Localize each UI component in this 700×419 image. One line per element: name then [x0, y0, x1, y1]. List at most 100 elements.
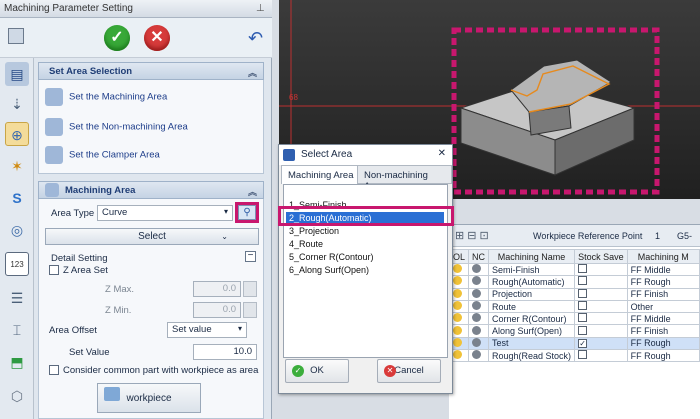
- name-cell[interactable]: Semi-Finish: [488, 262, 576, 277]
- name-cell[interactable]: Rough(Read Stock): [488, 349, 576, 363]
- drill-icon[interactable]: ⇣: [5, 92, 29, 116]
- stock-save-cell[interactable]: [574, 275, 628, 289]
- area-icon[interactable]: ⊕: [5, 122, 29, 146]
- collapse-icon[interactable]: ︽: [248, 185, 257, 198]
- set-machining-area-link[interactable]: Set the Machining Area: [45, 88, 167, 108]
- method-cell[interactable]: FF Finish: [626, 324, 700, 338]
- table-row[interactable]: Along Surf(Open) FF Finish: [448, 324, 700, 338]
- method-cell[interactable]: FF Middle: [626, 262, 700, 277]
- number-icon[interactable]: 123: [5, 252, 29, 276]
- stock-save-checkbox[interactable]: [578, 276, 588, 286]
- stock-save-cell[interactable]: ✓: [574, 336, 628, 351]
- sheet-icon[interactable]: ▤: [5, 62, 29, 86]
- method-cell[interactable]: FF Finish: [626, 287, 700, 301]
- stock-save-checkbox[interactable]: [578, 289, 588, 298]
- collapse-detail-button[interactable]: −: [245, 251, 256, 262]
- table-row[interactable]: Test ✓ FF Rough: [448, 336, 700, 351]
- name-cell[interactable]: Along Surf(Open): [488, 324, 576, 338]
- consider-common-checkbox[interactable]: Consider common part with workpiece as a…: [49, 365, 258, 376]
- holder-icon[interactable]: ⌶: [5, 318, 29, 342]
- stock-save-cell[interactable]: [574, 312, 628, 326]
- search-icon[interactable]: ⚲: [238, 205, 256, 220]
- area-type-select[interactable]: Curve ▾: [97, 205, 233, 221]
- set-value-field[interactable]: 10.0: [193, 344, 257, 360]
- undo-button[interactable]: ↶: [248, 28, 263, 49]
- stock-save-cell[interactable]: [574, 299, 628, 314]
- z-max-field[interactable]: 0.0: [193, 281, 241, 297]
- non-machining-area-icon: [45, 118, 63, 136]
- nc-cell[interactable]: [468, 324, 490, 338]
- set-clamper-area-link[interactable]: Set the Clamper Area: [45, 146, 160, 166]
- spiral-icon[interactable]: ◎: [5, 218, 29, 242]
- area-list-item[interactable]: 6_Along Surf(Open): [286, 264, 444, 277]
- nc-cell[interactable]: [468, 262, 490, 277]
- stock-save-checkbox[interactable]: [578, 326, 588, 335]
- name-cell[interactable]: Test: [488, 336, 576, 351]
- stock-save-checkbox[interactable]: ✓: [578, 339, 588, 349]
- set-area-header[interactable]: Set Area Selection ︽: [38, 62, 264, 80]
- tab-machining-area[interactable]: Machining Area: [281, 165, 361, 184]
- stock-save-checkbox[interactable]: [578, 301, 588, 311]
- col-header-nc[interactable]: NC: [468, 249, 490, 264]
- name-cell[interactable]: Rough(Automatic): [488, 275, 576, 289]
- table-row[interactable]: Projection FF Finish: [448, 287, 700, 301]
- table-row[interactable]: Rough(Automatic) FF Rough: [448, 275, 700, 289]
- z-area-set-checkbox[interactable]: Z Area Set: [49, 265, 108, 276]
- area-list-item[interactable]: 4_Route: [286, 238, 444, 251]
- z-max-pick-button[interactable]: [243, 281, 257, 297]
- collapse-icon[interactable]: ︽: [248, 66, 257, 79]
- table-row[interactable]: Semi-Finish FF Middle: [448, 262, 700, 277]
- method-cell[interactable]: FF Middle: [626, 312, 700, 326]
- method-cell[interactable]: FF Rough: [626, 275, 700, 289]
- name-cell[interactable]: Route: [488, 299, 576, 314]
- tab-non-machining-area[interactable]: Non-machining Area: [357, 165, 452, 192]
- table-row[interactable]: Rough(Read Stock) FF Rough: [448, 349, 700, 363]
- workpiece-button[interactable]: workpiece: [97, 383, 201, 413]
- nc-cell[interactable]: [468, 299, 490, 314]
- area-offset-select[interactable]: Set value ▾: [167, 322, 247, 338]
- machining-area-header[interactable]: Machining Area ︽: [38, 181, 264, 199]
- nc-cell[interactable]: [468, 287, 490, 301]
- method-cell[interactable]: Other: [626, 299, 700, 314]
- nc-cell[interactable]: [468, 349, 490, 363]
- z-min-pick-button[interactable]: [243, 302, 257, 318]
- stock-save-checkbox[interactable]: [578, 264, 588, 274]
- method-cell[interactable]: FF Rough: [626, 349, 700, 363]
- path-icon[interactable]: ⬒: [5, 350, 29, 374]
- list-icon[interactable]: ☰: [5, 286, 29, 310]
- table-row[interactable]: Corner R(Contour) FF Middle: [448, 312, 700, 326]
- stock-save-cell[interactable]: [574, 262, 628, 277]
- close-icon[interactable]: ✕: [438, 148, 446, 159]
- col-header-stock[interactable]: Stock Save: [574, 249, 628, 264]
- col-header-name[interactable]: Machining Name: [488, 249, 576, 264]
- dialog-cancel-button[interactable]: ✕ Cancel: [377, 359, 441, 383]
- cancel-button[interactable]: ✕: [144, 25, 170, 51]
- name-cell[interactable]: Projection: [488, 287, 576, 301]
- nc-cell[interactable]: [468, 336, 490, 351]
- select-button[interactable]: Select ⌄: [45, 228, 259, 245]
- area-list-item[interactable]: 3_Projection: [286, 225, 444, 238]
- panel-settings-icon[interactable]: [8, 28, 24, 44]
- stock-save-cell[interactable]: [574, 324, 628, 338]
- method-cell[interactable]: FF Rough: [626, 336, 700, 351]
- grid-tools-icon[interactable]: ⊞ ⊟ ⊡: [455, 229, 489, 242]
- stock-save-cell[interactable]: [574, 349, 628, 363]
- set-non-machining-area-link[interactable]: Set the Non-machining Area: [45, 118, 188, 138]
- stock-save-checkbox[interactable]: [578, 350, 588, 360]
- feed-icon[interactable]: S: [5, 186, 29, 210]
- table-row[interactable]: Route Other: [448, 299, 700, 314]
- nc-cell[interactable]: [468, 275, 490, 289]
- stock-save-checkbox[interactable]: [578, 313, 588, 323]
- nc-cell[interactable]: [468, 312, 490, 326]
- ok-button[interactable]: ✓: [104, 25, 130, 51]
- dialog-ok-button[interactable]: ✓ OK: [285, 359, 349, 383]
- cutter-icon[interactable]: ⬡: [5, 384, 29, 408]
- area-list-item[interactable]: 5_Corner R(Contour): [286, 251, 444, 264]
- stock-save-cell[interactable]: [574, 287, 628, 301]
- col-header-method[interactable]: Machining M: [626, 249, 700, 264]
- reference-point-value[interactable]: 1: [655, 231, 660, 241]
- tool-icon[interactable]: ✶: [5, 154, 29, 178]
- name-cell[interactable]: Corner R(Contour): [488, 312, 576, 326]
- pin-icon[interactable]: ⊥: [256, 3, 266, 15]
- z-min-field[interactable]: 0.0: [193, 302, 241, 318]
